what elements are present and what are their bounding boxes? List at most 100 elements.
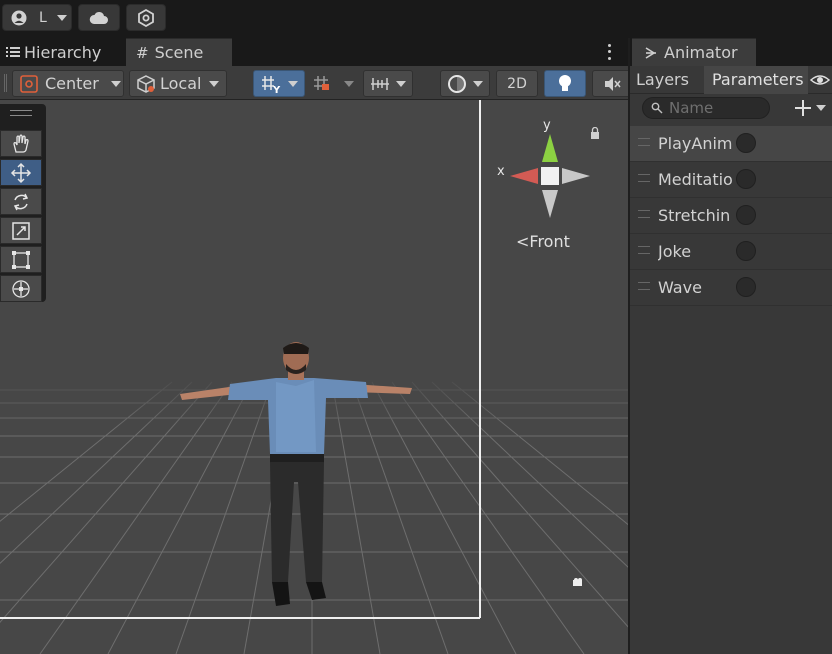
rotate-icon [13, 193, 29, 210]
parameter-trigger-radio[interactable] [736, 169, 756, 189]
grid-snap-icon [314, 76, 329, 90]
parameter-row[interactable]: Stretchin [630, 198, 832, 234]
scene-viewport[interactable]: y x < Front [0, 100, 628, 654]
parameter-list: PlayAnim Meditatio Stretchin Joke Wave [630, 126, 832, 306]
account-dropdown[interactable]: L [2, 4, 72, 31]
space-label: Local [160, 74, 202, 93]
toolbar-grip [4, 74, 7, 92]
tab-layers-label: Layers [636, 70, 689, 89]
chevron-down-icon [396, 80, 406, 87]
move-arrows-icon [10, 162, 32, 183]
chevron-left-icon: < [516, 232, 530, 251]
lighting-toggle[interactable] [544, 70, 586, 97]
orientation-gizmo[interactable]: y x < Front [490, 118, 600, 251]
parameter-row[interactable]: PlayAnim [630, 126, 832, 162]
parameter-row[interactable]: Joke [630, 234, 832, 270]
add-parameter-button[interactable] [794, 96, 830, 120]
parameter-name: Joke [658, 242, 692, 261]
chevron-down-icon [816, 105, 826, 111]
tab-parameters-label: Parameters [712, 70, 804, 89]
parameter-name: PlayAnim [658, 134, 733, 153]
cloud-button[interactable] [78, 4, 120, 31]
eye-icon[interactable] [809, 72, 831, 88]
audio-toggle[interactable] [592, 70, 632, 97]
chevron-down-icon [110, 80, 121, 87]
scale-tool-button[interactable] [0, 217, 42, 244]
pivot-center-icon [20, 74, 38, 93]
panel-divider[interactable] [628, 38, 630, 654]
search-icon [651, 102, 663, 114]
parameter-trigger-radio[interactable] [736, 205, 756, 225]
chevron-down-icon [56, 14, 67, 21]
parameter-trigger-radio[interactable] [736, 241, 756, 261]
gizmo-x-label: x [497, 164, 505, 179]
parameter-name: Stretchin [658, 206, 731, 225]
axis-gizmo-icon [510, 134, 590, 218]
account-label: L [39, 9, 47, 26]
transform-tool-button[interactable] [0, 275, 42, 302]
character-model [180, 342, 412, 606]
account-icon [11, 10, 27, 25]
view-front-label-row[interactable]: < Front [516, 232, 570, 251]
drag-handle-icon[interactable] [638, 282, 650, 290]
audio-mute-icon [605, 76, 621, 91]
rotate-tool-button[interactable] [0, 188, 42, 215]
rect-tool-button[interactable] [0, 246, 42, 273]
tab-parameters[interactable]: Parameters [704, 66, 808, 94]
move-tool-button[interactable] [0, 159, 42, 186]
lock-icon[interactable] [590, 124, 600, 139]
animator-panel: Layers Parameters Name PlayAnim Meditati… [630, 66, 832, 654]
drag-handle-icon[interactable] [638, 174, 650, 182]
chevron-down-icon [209, 80, 220, 87]
cube-icon [137, 74, 155, 93]
transform-icon [12, 279, 30, 298]
tab-hierarchy[interactable]: Hierarchy [0, 38, 124, 66]
parameter-trigger-radio[interactable] [736, 133, 756, 153]
parameter-search-row: Name [630, 94, 832, 124]
hand-icon [13, 133, 29, 153]
settings-hex-icon [138, 8, 154, 27]
tool-palette-grip[interactable] [10, 110, 32, 116]
pivot-center-dropdown[interactable]: Center [12, 70, 124, 97]
drag-handle-icon[interactable] [638, 138, 650, 146]
tab-hierarchy-label: Hierarchy [24, 42, 102, 62]
space-local-dropdown[interactable]: Local [129, 70, 227, 97]
hash-icon: # [136, 43, 149, 62]
camera-gizmo-icon [572, 572, 586, 586]
animator-tabbar: Animator [630, 38, 832, 66]
parameter-search-input[interactable]: Name [642, 97, 770, 119]
drag-handle-icon[interactable] [638, 210, 650, 218]
increment-snap-icon [371, 77, 389, 90]
svg-text:Y: Y [272, 85, 281, 94]
tab-scene-label: Scene [154, 43, 204, 62]
view-label: Front [529, 232, 570, 251]
tab-scene[interactable]: # Scene [126, 38, 232, 66]
animator-icon [645, 46, 656, 59]
grid-snap-toggle[interactable]: Y [253, 70, 305, 97]
parameter-row[interactable]: Wave [630, 270, 832, 306]
pivot-label: Center [45, 74, 99, 93]
parameter-name: Wave [658, 278, 702, 297]
toggle-2d-button[interactable]: 2D [496, 70, 538, 97]
chevron-down-icon [288, 80, 298, 87]
drag-handle-icon[interactable] [638, 246, 650, 254]
grid-y-icon: Y [262, 75, 281, 94]
collab-button[interactable] [126, 4, 166, 31]
cloud-icon [89, 11, 108, 24]
toggle-2d-label: 2D [507, 75, 527, 92]
gizmo-y-label: y [543, 118, 551, 133]
tool-palette [0, 104, 46, 302]
hand-tool-button[interactable] [0, 130, 42, 157]
tab-animator-label: Animator [664, 43, 738, 62]
hierarchy-icon [6, 47, 20, 57]
parameter-row[interactable]: Meditatio [630, 162, 832, 198]
increment-snap-dropdown[interactable] [363, 70, 413, 97]
draw-mode-dropdown[interactable] [440, 70, 490, 97]
scene-tabbar: Hierarchy # Scene [0, 38, 628, 66]
parameter-trigger-radio[interactable] [736, 277, 756, 297]
tab-animator[interactable]: Animator [632, 38, 756, 66]
panel-menu-button[interactable] [602, 42, 616, 62]
tab-layers[interactable]: Layers [636, 66, 689, 94]
scale-icon [12, 221, 30, 240]
grid-snapping-button[interactable] [312, 72, 356, 96]
